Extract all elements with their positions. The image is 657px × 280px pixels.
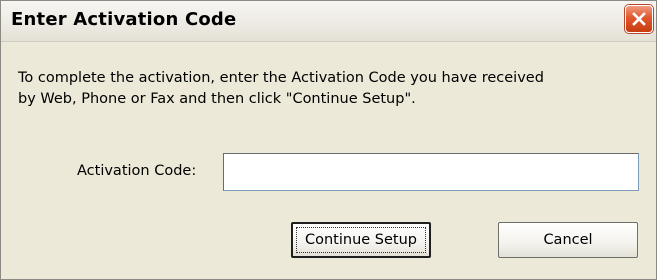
close-button[interactable] (625, 5, 653, 33)
close-icon (632, 12, 646, 26)
instruction-message: To complete the activation, enter the Ac… (18, 68, 648, 110)
continue-setup-label: Continue Setup (304, 232, 417, 248)
cancel-label: Cancel (543, 232, 593, 248)
activation-dialog: Enter Activation Code To complete the ac… (0, 0, 657, 280)
cancel-button[interactable]: Cancel (498, 222, 638, 258)
activation-code-input[interactable] (223, 153, 639, 191)
title-bar[interactable]: Enter Activation Code (1, 1, 656, 42)
instruction-line-2: by Web, Phone or Fax and then click "Con… (18, 91, 416, 107)
instruction-line-1: To complete the activation, enter the Ac… (18, 70, 544, 86)
activation-code-label: Activation Code: (77, 163, 197, 179)
dialog-title: Enter Activation Code (11, 9, 237, 30)
continue-setup-button[interactable]: Continue Setup (291, 222, 431, 258)
